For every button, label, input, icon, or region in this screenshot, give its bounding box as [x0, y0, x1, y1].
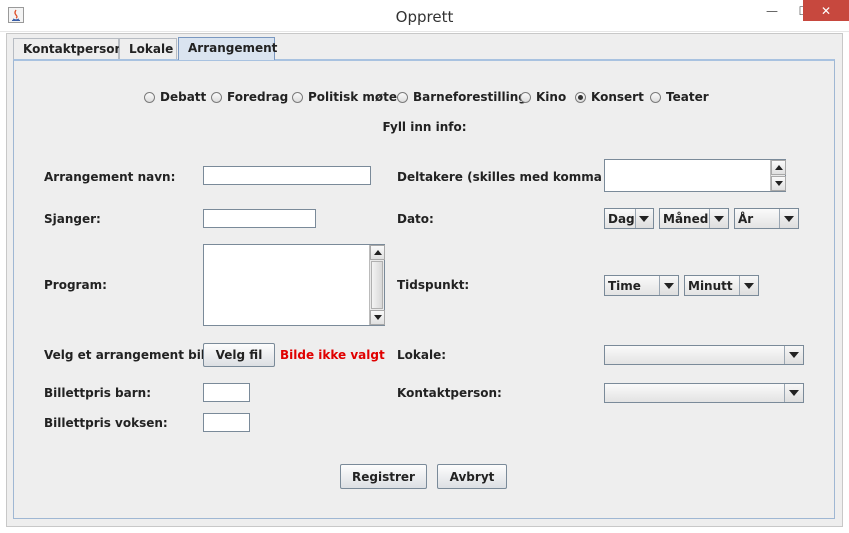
- window-title: Opprett: [395, 8, 454, 26]
- radio-kino[interactable]: Kino: [520, 89, 566, 105]
- scroll-thumb[interactable]: [371, 261, 383, 309]
- scroll-down-icon[interactable]: [370, 310, 385, 325]
- radio-circle-icon: [650, 91, 661, 103]
- radio-label: Debatt: [160, 90, 207, 104]
- radio-label: Konsert: [591, 90, 644, 104]
- image-label: Velg et arrangement bilde:: [44, 348, 227, 362]
- scroll-up-icon[interactable]: [771, 160, 786, 175]
- chevron-down-icon[interactable]: [784, 346, 803, 364]
- radio-konsert[interactable]: Konsert: [575, 89, 644, 105]
- program-label: Program:: [44, 278, 107, 292]
- radio-foredrag[interactable]: Foredrag: [211, 89, 288, 105]
- register-button[interactable]: Registrer: [340, 464, 427, 489]
- venue-label: Lokale:: [397, 348, 447, 362]
- radio-circle-icon: [211, 91, 222, 103]
- venue-combo[interactable]: [604, 345, 804, 365]
- cancel-button[interactable]: Avbryt: [437, 464, 507, 489]
- radio-circle-icon: [397, 91, 408, 103]
- radio-teater[interactable]: Teater: [650, 89, 709, 105]
- chevron-down-icon[interactable]: [634, 209, 653, 228]
- participants-scrollbar[interactable]: [770, 160, 786, 191]
- image-status: Bilde ikke valgt: [280, 348, 385, 362]
- contact-label: Kontaktperson:: [397, 386, 502, 400]
- minimize-button[interactable]: —: [756, 0, 788, 22]
- hour-combo[interactable]: Time: [604, 275, 679, 296]
- scroll-up-icon[interactable]: [370, 245, 385, 260]
- chevron-down-icon[interactable]: [779, 209, 798, 228]
- date-label: Dato:: [397, 212, 434, 226]
- participants-textarea[interactable]: [604, 159, 786, 192]
- chevron-down-icon[interactable]: [739, 276, 758, 295]
- year-combo[interactable]: År: [734, 208, 799, 229]
- chevron-down-icon[interactable]: [784, 384, 803, 402]
- adult-price-input[interactable]: [203, 413, 250, 432]
- genre-label: Sjanger:: [44, 212, 101, 226]
- radio-label: Foredrag: [227, 90, 289, 104]
- scroll-down-icon[interactable]: [771, 176, 786, 191]
- close-button[interactable]: ✕: [803, 0, 849, 21]
- child-price-input[interactable]: [203, 383, 250, 402]
- time-label: Tidspunkt:: [397, 278, 470, 292]
- chevron-down-icon[interactable]: [709, 209, 728, 228]
- year-value: År: [738, 211, 754, 226]
- day-combo[interactable]: Dag: [604, 208, 654, 229]
- radio-label: Teater: [666, 90, 709, 104]
- hour-value: Time: [608, 278, 641, 293]
- genre-input[interactable]: [203, 209, 316, 228]
- radio-selected-icon: [575, 91, 586, 103]
- adult-price-label: Billettpris voksen:: [44, 416, 168, 430]
- event-name-input[interactable]: [203, 166, 371, 185]
- minute-combo[interactable]: Minutt: [684, 275, 759, 296]
- radio-label: Kino: [536, 90, 567, 104]
- radio-debatt[interactable]: Debatt: [144, 89, 206, 105]
- contact-combo[interactable]: [604, 383, 804, 403]
- day-value: Dag: [608, 211, 635, 226]
- participants-label: Deltakere (skilles med komma ","):: [397, 170, 634, 184]
- chevron-down-icon[interactable]: [659, 276, 678, 295]
- month-value: Måned: [663, 211, 709, 226]
- program-textarea[interactable]: [203, 244, 385, 326]
- choose-file-button[interactable]: Velg fil: [203, 343, 275, 367]
- tab-lokale[interactable]: Lokale: [119, 38, 177, 59]
- minute-value: Minutt: [688, 278, 733, 293]
- name-label: Arrangement navn:: [44, 170, 176, 184]
- tab-kontaktperson[interactable]: Kontaktperson: [13, 38, 123, 59]
- radio-circle-icon: [144, 91, 155, 103]
- radio-circle-icon: [520, 91, 531, 103]
- radio-politisk-mote[interactable]: Politisk møte: [292, 89, 397, 105]
- radio-circle-icon: [292, 91, 303, 103]
- child-price-label: Billettpris barn:: [44, 386, 151, 400]
- month-combo[interactable]: Måned: [659, 208, 729, 229]
- radio-barneforestilling[interactable]: Barneforestilling: [397, 89, 527, 105]
- tab-arrangement[interactable]: Arrangement: [178, 37, 277, 60]
- form-heading: Fyll inn info:: [382, 120, 467, 134]
- radio-label: Politisk møte: [308, 90, 398, 104]
- program-scrollbar[interactable]: [369, 245, 385, 325]
- radio-label: Barneforestilling: [413, 90, 527, 104]
